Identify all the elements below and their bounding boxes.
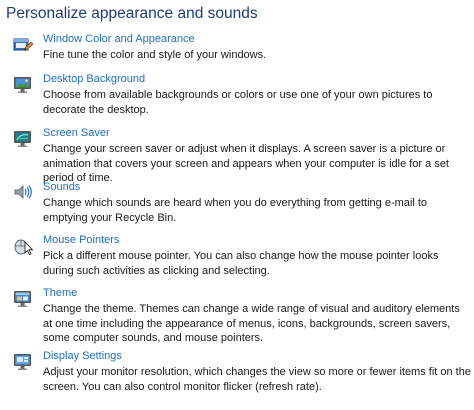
desktop-background-description: Choose from available backgrounds or col… [43, 89, 433, 116]
theme-link[interactable]: Theme [43, 287, 77, 300]
mouse-pointers-description: Pick a different mouse pointer. You can … [43, 250, 439, 277]
screen-saver-description: Change your screen saver or adjust when … [43, 143, 449, 184]
window-color-icon[interactable] [12, 35, 34, 55]
sounds-icon[interactable] [12, 183, 34, 203]
window-color-link[interactable]: Window Color and Appearance [43, 33, 195, 46]
theme-icon[interactable] [12, 289, 34, 309]
mouse-pointers-link[interactable]: Mouse Pointers [43, 234, 119, 247]
window-color-description: Fine tune the color and style of your wi… [43, 49, 267, 61]
desktop-background-link[interactable]: Desktop Background [43, 73, 145, 86]
theme-description: Change the theme. Themes can change a wi… [43, 303, 460, 344]
display-settings-icon[interactable] [12, 352, 34, 372]
sounds-link[interactable]: Sounds [43, 181, 80, 194]
mouse-pointer-icon[interactable] [12, 236, 34, 256]
desktop-background-icon[interactable] [12, 75, 34, 95]
sounds-description: Change which sounds are heard when you d… [43, 197, 428, 224]
display-settings-description: Adjust your monitor resolution, which ch… [43, 366, 471, 393]
screen-saver-link[interactable]: Screen Saver [43, 127, 110, 140]
page-title: Personalize appearance and sounds [6, 5, 258, 22]
display-settings-link[interactable]: Display Settings [43, 350, 122, 363]
screen-saver-icon[interactable] [12, 129, 34, 149]
